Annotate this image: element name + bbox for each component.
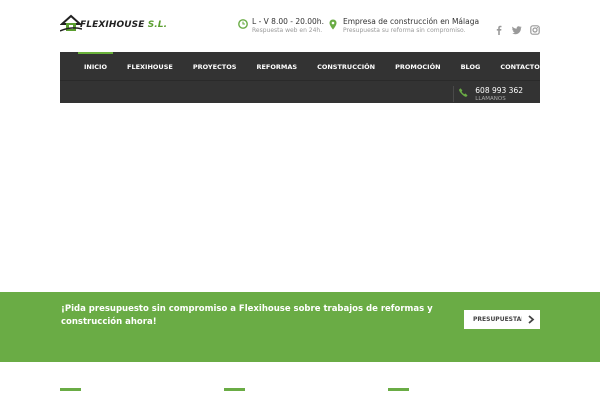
- nav-item-construccion[interactable]: CONSTRUCCIÓN: [307, 52, 385, 80]
- header: FLEXIHOUSE S.L. L - V 8.00 - 20.00h. Res…: [60, 12, 540, 48]
- chevron-right-icon: [522, 310, 540, 329]
- quote-button[interactable]: PRESUPUESTAR: [464, 310, 540, 329]
- nav-item-contacto[interactable]: CONTACTO: [490, 52, 549, 80]
- phone-label: LLAMANOS: [475, 96, 506, 102]
- nav-menu: INICIO FLEXIHOUSE PROYECTOS REFORMAS CONSTRU…: [74, 52, 550, 80]
- phone-contact[interactable]: 608 993 362 LLAMANOS: [453, 86, 523, 102]
- hours-title: L - V 8.00 - 20.00h.: [252, 17, 324, 26]
- section-divider-3: [388, 388, 409, 391]
- hours-subtitle: Respuesta web en 24h.: [252, 27, 323, 34]
- nav-item-flexihouse[interactable]: FLEXIHOUSE: [117, 52, 183, 80]
- cta-banner: ¡Pida presupuesto sin compromiso a Flexi…: [0, 292, 600, 362]
- nav-divider: [60, 80, 540, 81]
- section-divider-1: [60, 388, 81, 391]
- cta-text: ¡Pida presupuesto sin compromiso a Flexi…: [61, 304, 433, 327]
- social-links: [494, 20, 540, 35]
- clock-icon: [238, 19, 248, 29]
- twitter-icon[interactable]: [512, 20, 522, 35]
- nav-item-promocion[interactable]: PROMOCIÓN: [385, 52, 450, 80]
- quote-button-label: PRESUPUESTAR: [473, 316, 526, 323]
- location-title: Empresa de construcción en Málaga: [343, 17, 480, 26]
- logo-name: FLEXIHOUSE: [80, 20, 145, 30]
- phone-number: 608 993 362: [475, 86, 523, 95]
- instagram-icon[interactable]: [530, 20, 540, 35]
- nav-item-proyectos[interactable]: PROYECTOS: [183, 52, 247, 80]
- phone-divider: [453, 86, 455, 102]
- nav-item-inicio[interactable]: INICIO: [74, 52, 117, 80]
- logo-text: FLEXIHOUSE S.L.: [80, 20, 167, 30]
- section-divider-2: [224, 388, 245, 391]
- nav-item-blog[interactable]: BLOG: [451, 52, 491, 80]
- phone-icon: [459, 88, 468, 97]
- location-subtitle: Presupuesta su reforma sin compromiso.: [343, 27, 466, 34]
- logo[interactable]: FLEXIHOUSE S.L.: [60, 14, 167, 40]
- map-pin-icon: [329, 19, 337, 30]
- main-nav: INICIO FLEXIHOUSE PROYECTOS REFORMAS CONSTRU…: [60, 52, 540, 103]
- logo-suffix: S.L.: [147, 20, 168, 30]
- page: FLEXIHOUSE S.L. L - V 8.00 - 20.00h. Res…: [0, 0, 600, 400]
- house-logo-icon: [60, 14, 82, 32]
- nav-item-reformas[interactable]: REFORMAS: [246, 52, 307, 80]
- facebook-icon[interactable]: [494, 20, 504, 35]
